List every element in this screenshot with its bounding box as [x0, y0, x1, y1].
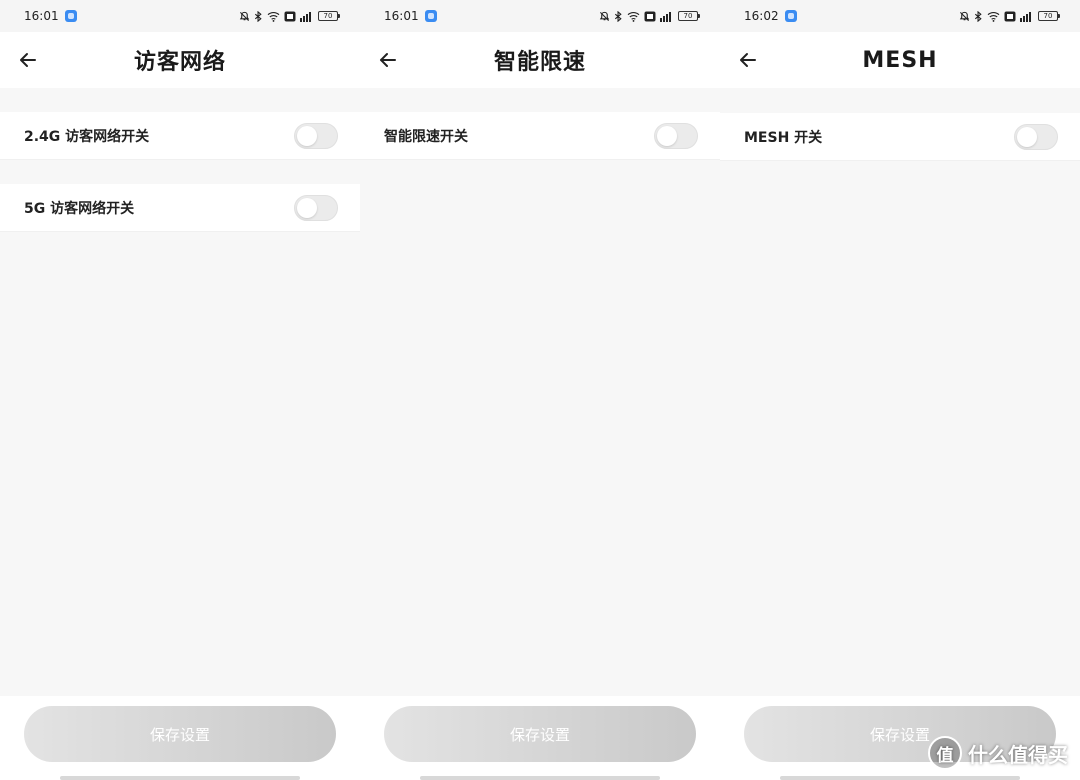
arrow-left-icon[interactable]: [376, 48, 400, 72]
hd-icon: [644, 11, 656, 22]
status-bar: 16:01 70: [0, 0, 360, 32]
setting-row-mesh: MESH 开关: [720, 113, 1080, 161]
wifi-icon: [267, 11, 280, 22]
status-bar: 16:02 70: [720, 0, 1080, 32]
wifi-icon: [627, 11, 640, 22]
arrow-left-icon[interactable]: [16, 48, 40, 72]
status-bar: 16:01 70: [360, 0, 720, 32]
signal-icon: [1020, 11, 1034, 22]
toggle-knob: [1017, 126, 1037, 147]
smart-speed-limit-toggle[interactable]: [654, 122, 698, 149]
mute-bell-icon: [959, 11, 970, 22]
setting-label: 2.4G 访客网络开关: [24, 128, 150, 145]
bluetooth-icon: [254, 10, 263, 22]
smart-speed-limit-screen: 16:01 70 智能限速 智能限速开关 保存设置: [360, 0, 720, 780]
page-title: 智能限速: [493, 50, 586, 75]
setting-row-24g: 2.4G 访客网络开关: [0, 112, 360, 160]
mesh-screen: 16:02 70 MESH MESH 开关 保存设置: [720, 0, 1080, 780]
app-notification-icon: [424, 10, 437, 22]
guest-network-screen: 16:01 70 访客网络 2.4G 访客网络开关 5G 访客网络开关 保存设置: [0, 0, 360, 780]
status-time: 16:01: [384, 9, 419, 23]
toggle-knob: [297, 197, 317, 218]
save-settings-button[interactable]: 保存设置: [384, 706, 696, 762]
status-time: 16:01: [24, 9, 59, 23]
header: 智能限速: [360, 32, 720, 88]
arrow-left-icon[interactable]: [736, 48, 760, 72]
setting-label: 5G 访客网络开关: [24, 200, 135, 217]
page-title: MESH: [862, 47, 938, 73]
setting-row-5g: 5G 访客网络开关: [0, 184, 360, 232]
setting-label: MESH 开关: [744, 129, 823, 146]
header: MESH: [720, 32, 1080, 88]
battery-icon: 70: [318, 11, 340, 21]
signal-icon: [300, 11, 314, 22]
battery-icon: 70: [678, 11, 700, 21]
watermark: 值 什么值得买: [928, 733, 1068, 773]
status-time: 16:02: [744, 9, 779, 23]
watermark-logo: 值: [928, 736, 962, 770]
guest-24g-toggle[interactable]: [294, 122, 338, 149]
hd-icon: [1004, 11, 1016, 22]
bluetooth-icon: [974, 10, 983, 22]
screens-container: 16:01 70 访客网络 2.4G 访客网络开关 5G 访客网络开关 保存设置…: [0, 0, 1080, 780]
save-settings-button[interactable]: 保存设置: [24, 706, 336, 762]
hd-icon: [284, 11, 296, 22]
home-indicator[interactable]: [780, 776, 1020, 780]
mute-bell-icon: [599, 11, 610, 22]
toggle-knob: [297, 125, 317, 146]
home-indicator[interactable]: [420, 776, 660, 780]
toggle-knob: [657, 125, 677, 146]
page-title: 访客网络: [133, 50, 226, 75]
bottom-bar: 保存设置: [0, 696, 360, 780]
mesh-toggle[interactable]: [1014, 123, 1058, 150]
setting-row-speed-limit: 智能限速开关: [360, 112, 720, 160]
app-notification-icon: [64, 10, 77, 22]
bottom-bar: 保存设置: [360, 696, 720, 780]
battery-icon: 70: [1038, 11, 1060, 21]
guest-5g-toggle[interactable]: [294, 194, 338, 221]
home-indicator[interactable]: [60, 776, 300, 780]
mute-bell-icon: [239, 11, 250, 22]
setting-label: 智能限速开关: [384, 128, 468, 145]
bluetooth-icon: [614, 10, 623, 22]
wifi-icon: [987, 11, 1000, 22]
app-notification-icon: [784, 10, 797, 22]
watermark-text: 什么值得买: [968, 742, 1068, 767]
signal-icon: [660, 11, 674, 22]
header: 访客网络: [0, 32, 360, 88]
